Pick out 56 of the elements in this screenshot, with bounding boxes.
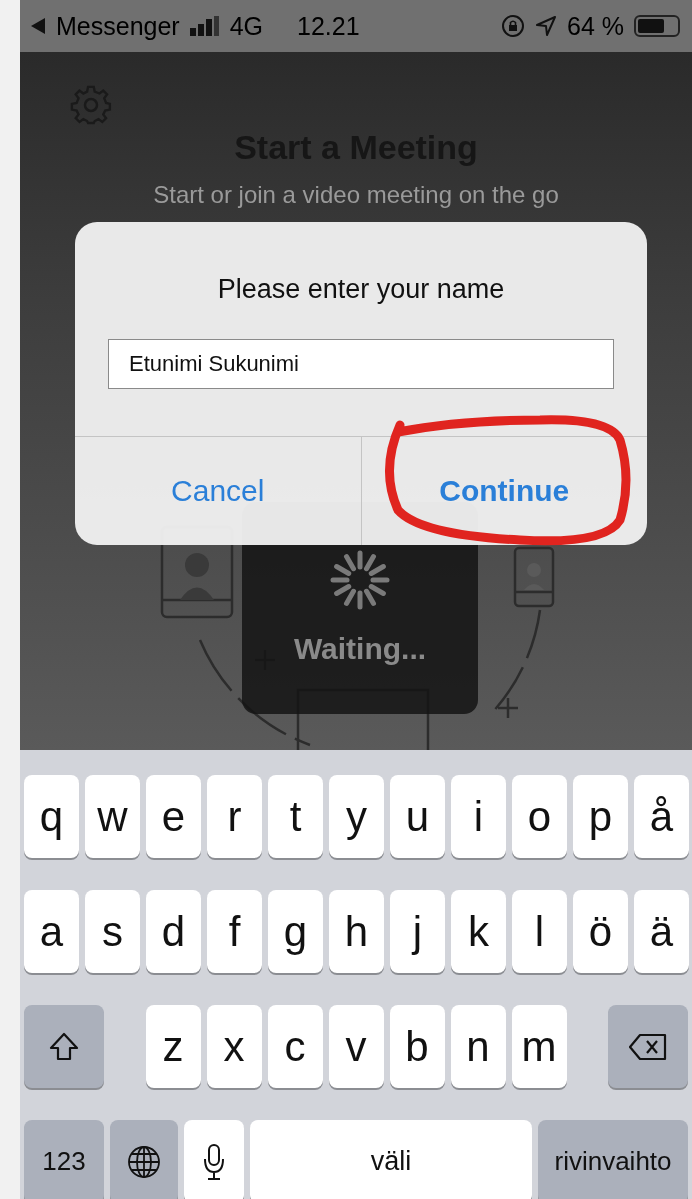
keyboard-key[interactable]: s [85,890,140,973]
clock: 12.21 [297,11,360,41]
signal-icon [189,16,220,36]
backspace-key[interactable] [608,1005,688,1088]
keyboard-key[interactable]: c [267,1005,323,1088]
waiting-label: Waiting... [292,632,428,666]
globe-icon [127,1144,161,1179]
rotation-lock-icon [501,14,525,38]
keyboard-key[interactable]: l [512,890,567,973]
microphone-key[interactable] [184,1120,244,1199]
backspace-icon [628,1032,668,1061]
phone-icon [513,546,555,608]
keyboard-key[interactable]: h [329,890,384,973]
keyboard-key[interactable]: o [512,775,567,858]
keyboard-key[interactable]: i [451,775,506,858]
back-app-label[interactable]: Messenger [56,11,180,41]
keyboard-key[interactable]: a [24,890,79,973]
dialog-title: Please enter your name [216,274,506,305]
spinner-icon [330,550,390,610]
keyboard-key[interactable]: w [85,775,140,858]
keyboard-key[interactable]: t [268,775,323,858]
plus-icon [496,696,520,720]
globe-key[interactable] [110,1120,178,1199]
keyboard-key[interactable]: ä [634,890,689,973]
keyboard-key[interactable]: j [390,890,445,973]
battery-icon [634,14,682,38]
keyboard-key[interactable]: n [450,1005,506,1088]
keyboard-key[interactable]: b [389,1005,445,1088]
keyboard-key[interactable]: z [145,1005,201,1088]
keyboard-key[interactable]: r [207,775,262,858]
numbers-key[interactable]: 123 [24,1120,104,1199]
keyboard-key[interactable]: p [573,775,628,858]
keyboard-key[interactable]: å [634,775,689,858]
space-key[interactable]: väli [250,1120,532,1199]
keyboard-key[interactable]: u [390,775,445,858]
shift-key[interactable] [24,1005,104,1088]
battery-percent: 64 % [567,11,624,41]
microphone-icon [203,1142,225,1181]
keyboard-key[interactable]: x [206,1005,262,1088]
keyboard-key[interactable]: m [511,1005,567,1088]
keyboard-key[interactable]: k [451,890,506,973]
keyboard-key[interactable]: q [24,775,79,858]
keyboard-key[interactable]: y [329,775,384,858]
keyboard-key[interactable]: e [146,775,201,858]
keyboard-key[interactable]: d [146,890,201,973]
name-field[interactable]: Etunimi Sukunimi [108,339,614,389]
network-label: 4G [229,11,264,41]
keyboard-key[interactable]: g [268,890,323,973]
location-icon [535,15,557,37]
back-arrow-icon [30,17,46,35]
return-key[interactable]: rivinvaihto [538,1120,688,1199]
screen-subtitle: Start or join a video meeting on the go [152,180,560,210]
keyboard-key[interactable]: ö [573,890,628,973]
shift-icon [48,1030,80,1063]
keyboard-key[interactable]: f [207,890,262,973]
keyboard-key[interactable]: v [328,1005,384,1088]
